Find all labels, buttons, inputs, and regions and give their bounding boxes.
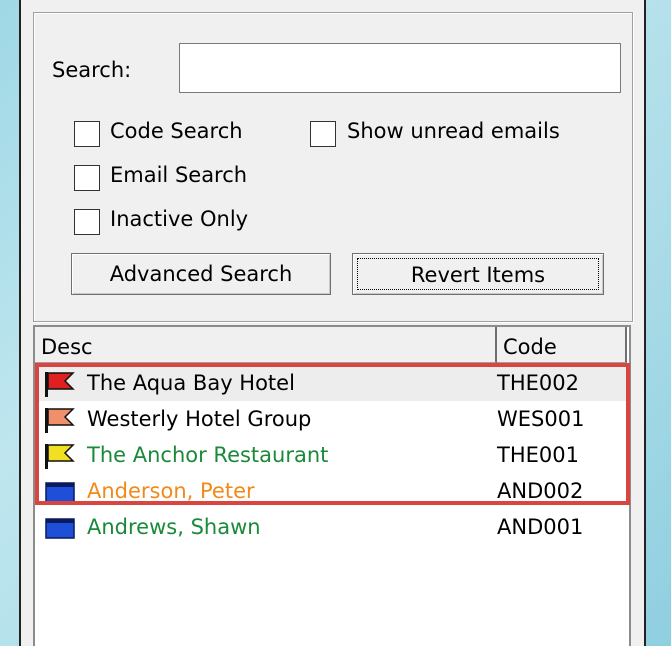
show-unread-emails-label: Show unread emails [347, 119, 560, 143]
list-item[interactable]: The Anchor Restaurant THE001 [35, 437, 629, 473]
contacts-list[interactable]: Desc Code The Aqua Bay Hotel THE002 West… [33, 325, 631, 646]
list-item[interactable]: Andrews, Shawn AND001 [35, 509, 629, 545]
row-desc: Westerly Hotel Group [87, 407, 312, 431]
column-header-code[interactable]: Code [497, 327, 627, 363]
row-code: AND002 [497, 479, 584, 503]
row-code: THE001 [497, 443, 579, 467]
contact-search-panel: Search: Code Search Show unread emails E… [19, 0, 646, 646]
search-input[interactable] [179, 43, 621, 93]
list-item[interactable]: The Aqua Bay Hotel THE002 [35, 365, 629, 401]
blue-folder-icon [45, 518, 75, 539]
orange-flag-icon [45, 408, 75, 433]
row-code: AND001 [497, 515, 584, 539]
row-code: WES001 [497, 407, 585, 431]
code-search-checkbox[interactable] [74, 121, 100, 147]
code-search-label: Code Search [110, 119, 243, 143]
search-options-group: Search: Code Search Show unread emails E… [33, 12, 633, 322]
blue-folder-icon [45, 482, 75, 503]
inactive-only-checkbox[interactable] [74, 209, 100, 235]
revert-items-label: Revert Items [357, 258, 599, 290]
search-label: Search: [52, 58, 132, 82]
list-item[interactable]: Westerly Hotel Group WES001 [35, 401, 629, 437]
row-code: THE002 [497, 371, 579, 395]
advanced-search-button[interactable]: Advanced Search [71, 253, 331, 295]
row-desc: Anderson, Peter [87, 479, 255, 503]
show-unread-emails-checkbox[interactable] [310, 121, 336, 147]
red-flag-icon [45, 372, 75, 397]
email-search-label: Email Search [110, 163, 248, 187]
column-header-desc[interactable]: Desc [35, 327, 497, 363]
yellow-flag-icon [45, 444, 75, 469]
inactive-only-label: Inactive Only [110, 207, 249, 231]
revert-items-button[interactable]: Revert Items [352, 253, 604, 295]
row-desc: Andrews, Shawn [87, 515, 261, 539]
row-desc: The Aqua Bay Hotel [87, 371, 295, 395]
row-desc: The Anchor Restaurant [87, 443, 329, 467]
list-item[interactable]: Anderson, Peter AND002 [35, 473, 629, 509]
email-search-checkbox[interactable] [74, 165, 100, 191]
